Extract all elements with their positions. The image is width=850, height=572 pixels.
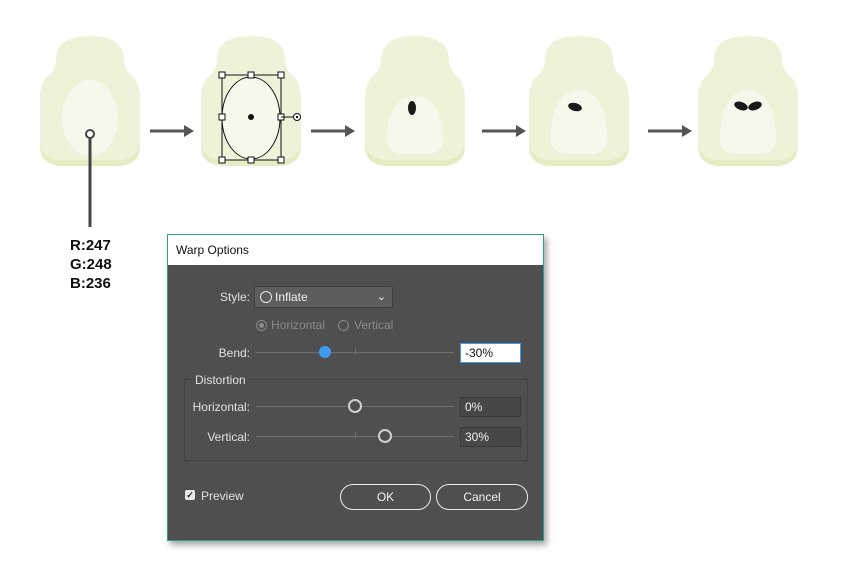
artwork-strip: [40, 36, 798, 227]
bend-slider-knob[interactable]: [319, 346, 332, 358]
distortion-group: [184, 379, 528, 461]
bend-value-field[interactable]: -30%: [460, 343, 521, 363]
vertical-radio[interactable]: [338, 320, 349, 331]
face-5: [698, 36, 798, 166]
vertical-radio-label: Vertical: [354, 318, 394, 332]
arrow-3: [480, 123, 528, 139]
face-4: [529, 36, 629, 166]
vertical-distortion-label: Vertical:: [207, 430, 250, 444]
bend-slider-center-tick: [355, 348, 356, 355]
arrow-2: [309, 123, 357, 139]
horizontal-distortion-label: Horizontal:: [192, 400, 250, 414]
style-label: Style:: [219, 290, 250, 304]
rgb-red: R:247: [70, 237, 111, 254]
preview-label: Preview: [201, 489, 244, 503]
style-value: Inflate: [275, 290, 308, 304]
style-dropdown[interactable]: Inflate ⌄: [254, 286, 393, 308]
horizontal-radio[interactable]: [256, 320, 267, 331]
vertical-slider-knob[interactable]: [377, 429, 392, 443]
rgb-annotation: R:247 G:248 B:236: [70, 236, 112, 293]
horizontal-slider-knob[interactable]: [348, 399, 362, 413]
warp-options-dialog: Warp Options Style: Inflate ⌄ Horizontal…: [167, 234, 544, 541]
vertical-value-field[interactable]: 30%: [460, 427, 521, 447]
horizontal-value-field[interactable]: 0%: [460, 397, 521, 417]
dialog-titlebar[interactable]: Warp Options: [168, 235, 543, 265]
rgb-blue: B:236: [70, 275, 111, 292]
distortion-title: Distortion: [193, 373, 248, 387]
face-3: [365, 36, 465, 166]
horizontal-radio-label: Horizontal: [271, 318, 326, 332]
inflate-shape-icon: [260, 291, 272, 303]
preview-checkbox[interactable]: ✓: [185, 490, 195, 500]
dialog-title: Warp Options: [176, 243, 249, 257]
rgb-green: G:248: [70, 256, 112, 273]
ok-button[interactable]: OK: [340, 484, 431, 510]
arrow-1: [148, 123, 196, 139]
vertical-slider-center-tick: [355, 432, 356, 439]
cancel-button[interactable]: Cancel: [436, 484, 528, 510]
arrow-4: [646, 123, 694, 139]
chevron-down-icon: ⌄: [376, 291, 386, 303]
face-2: [201, 36, 301, 166]
bend-label: Bend:: [218, 346, 250, 360]
